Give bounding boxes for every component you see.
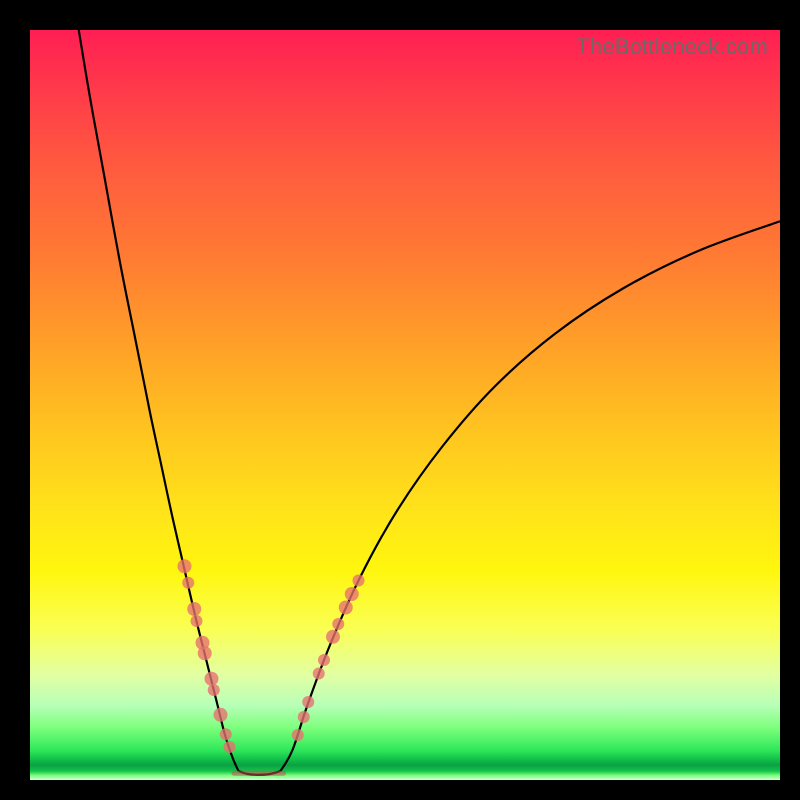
chart-overlay [30, 30, 780, 780]
chart-frame: TheBottleneck.com [0, 0, 800, 800]
data-marker [182, 577, 194, 589]
data-marker [298, 711, 310, 723]
data-marker [332, 618, 344, 630]
data-marker [187, 602, 201, 616]
data-marker [302, 696, 314, 708]
data-marker [208, 684, 220, 696]
data-marker [292, 729, 304, 741]
data-marker [178, 559, 192, 573]
data-marker [191, 615, 203, 627]
markers-right-cluster [292, 575, 365, 742]
data-marker [326, 630, 340, 644]
data-marker [353, 575, 365, 587]
data-marker [198, 646, 212, 660]
markers-left-cluster [178, 559, 236, 753]
data-marker [224, 741, 236, 753]
data-marker [214, 708, 228, 722]
data-marker [313, 668, 325, 680]
curve-right-branch [281, 221, 781, 771]
data-marker [318, 654, 330, 666]
data-marker [205, 672, 219, 686]
curve-left-branch [79, 30, 239, 771]
data-marker [220, 728, 232, 740]
data-marker [345, 587, 359, 601]
data-marker [339, 601, 353, 615]
plot-area: TheBottleneck.com [30, 30, 780, 780]
